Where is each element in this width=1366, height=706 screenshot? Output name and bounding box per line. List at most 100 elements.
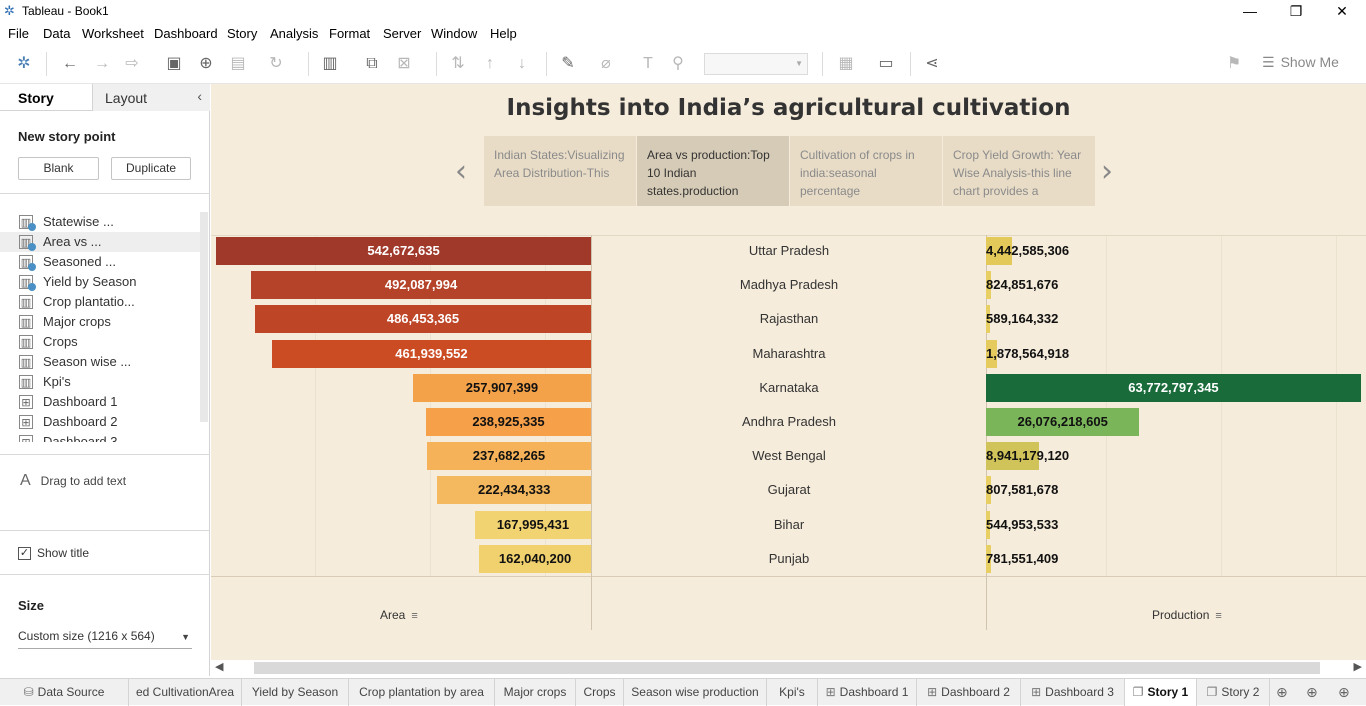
show-mark-labels-icon[interactable]: T [638,54,658,74]
new-dashboard-tab-icon[interactable]: ⊕ [1306,684,1318,701]
next-story-point-arrow[interactable]: › [1101,154,1113,189]
sort-descending-icon[interactable]: ≡ [1215,610,1221,622]
menu-file[interactable]: File [8,26,29,41]
replay-icon[interactable]: ⇨ [122,54,142,74]
close-button[interactable]: ✕ [1319,0,1365,22]
sheet-list-item[interactable]: ▥ Yield by Season [0,272,200,292]
sheet-list-item[interactable]: ⊞ Dashboard 2 [0,412,200,432]
collapse-pane-icon[interactable]: ‹ [197,88,202,104]
sort-descending-icon[interactable]: ≡ [411,610,417,622]
area-axis-label[interactable]: Area ≡ [380,608,418,622]
menu-server[interactable]: Server [383,26,421,41]
sheet-tab[interactable]: ⊞ Dashboard 2 [917,679,1021,706]
sheet-tab[interactable]: ⊞ Dashboard 3 [1021,679,1125,706]
area-bar[interactable]: 238,925,335 [425,408,591,436]
sheet-tab[interactable]: Kpi's [767,679,818,706]
pause-updates-icon[interactable]: ▤ [228,54,248,74]
sheet-list-item[interactable]: ▥ Area vs ... [0,232,200,252]
area-bar[interactable]: 222,434,333 [437,476,591,505]
menu-analysis[interactable]: Analysis [270,26,318,41]
scroll-right-icon[interactable]: ▶ [1354,660,1362,673]
state-label[interactable]: Karnataka [592,380,986,395]
refresh-icon[interactable]: ↻ [266,54,286,74]
state-label[interactable]: Madhya Pradesh [592,277,986,292]
sheet-list-item[interactable]: ▥ Crop plantatio... [0,292,200,312]
scroll-left-icon[interactable]: ◀ [215,660,223,673]
sheet-tab[interactable]: Season wise production [624,679,767,706]
sheet-tab[interactable]: Crop plantation by area [349,679,495,706]
sheet-tab[interactable]: Yield by Season [242,679,349,706]
sheet-tab[interactable]: ⛁ Data Source [0,679,129,706]
clear-sheet-icon[interactable]: ⊠ [394,54,414,74]
size-select[interactable]: Custom size (1216 x 564) ▼ [18,629,192,649]
sheet-tab[interactable]: Crops [576,679,624,706]
story-point-2[interactable]: Area vs production:Top 10 Indian states.… [637,136,789,206]
area-bar[interactable]: 492,087,994 [251,271,591,300]
state-label[interactable]: Maharashtra [592,346,986,361]
menu-help[interactable]: Help [490,26,517,41]
area-bar[interactable]: 257,907,399 [412,373,591,402]
minimize-button[interactable]: — [1227,0,1273,22]
restore-button[interactable]: ❐ [1273,0,1319,22]
previous-story-point-arrow[interactable]: ‹ [455,154,467,189]
show-cards-icon[interactable]: ▦ [836,54,856,74]
sort-descending-icon[interactable]: ↓ [512,54,532,74]
sheet-list-item[interactable]: ▥ Seasoned ... [0,252,200,272]
show-title-checkbox[interactable]: ✓ Show title [18,546,89,561]
story-point-4[interactable]: Crop Yield Growth: Year Wise Analysis-th… [943,136,1095,206]
undo-icon[interactable]: ← [60,54,80,74]
tableau-home-icon[interactable]: ✲ [14,54,34,74]
presentation-mode-icon[interactable]: ▭ [876,54,896,74]
sheet-list-item[interactable]: ▥ Statewise ... [0,212,200,232]
sheet-list-item[interactable]: ⊞ Dashboard 1 [0,392,200,412]
highlight-icon[interactable]: ✎ [558,54,578,74]
sheet-list-item[interactable]: ⊞ Dashboard 3 [0,432,200,442]
sheet-tab[interactable]: ⊞ Dashboard 1 [818,679,917,706]
menu-window[interactable]: Window [431,26,477,41]
state-label[interactable]: Rajasthan [592,311,986,326]
sheet-tab[interactable]: ❐ Story 2 [1197,679,1270,706]
pin-axes-icon[interactable]: ⚲ [668,54,688,74]
state-label[interactable]: West Bengal [592,448,986,463]
state-label[interactable]: Bihar [592,517,986,532]
duplicate-button[interactable]: Duplicate [111,157,191,180]
fit-dropdown[interactable]: ▼ [704,53,808,75]
menu-format[interactable]: Format [329,26,370,41]
duplicate-sheet-icon[interactable]: ⧉ [362,54,382,74]
area-bar[interactable]: 461,939,552 [271,339,591,368]
sheet-list-item[interactable]: ▥ Crops [0,332,200,352]
area-bar[interactable]: 167,995,431 [474,510,591,539]
menu-story[interactable]: Story [227,26,257,41]
tab-story[interactable]: Story [0,84,92,111]
new-data-source-icon[interactable]: ⊕ [196,54,216,74]
blank-button[interactable]: Blank [18,157,99,180]
area-bar[interactable]: 162,040,200 [479,544,591,573]
area-bar[interactable]: 486,453,365 [255,305,591,334]
group-members-icon[interactable]: ⌀ [596,54,616,74]
sheet-list-scrollbar[interactable] [200,212,208,422]
sheet-tab[interactable]: ❐ Story 1 [1125,679,1197,706]
state-label[interactable]: Gujarat [592,482,986,497]
tab-layout[interactable]: Layout ‹ [92,84,210,111]
area-bar[interactable]: 237,682,265 [426,442,591,471]
state-label[interactable]: Andhra Pradesh [592,414,986,429]
sheet-tab[interactable]: ed CultivationArea [129,679,242,706]
horizontal-scrollbar[interactable]: ◀ ▶ [211,660,1366,676]
format-painter-icon[interactable]: ⚑ [1224,54,1244,74]
menu-worksheet[interactable]: Worksheet [82,26,144,41]
new-worksheet-icon[interactable]: ▥ [320,54,340,74]
sheet-list-item[interactable]: ▥ Kpi's [0,372,200,392]
sheet-tab[interactable]: Major crops [495,679,576,706]
menu-dashboard[interactable]: Dashboard [154,26,218,41]
sort-ascending-icon[interactable]: ↑ [480,54,500,74]
show-me-button[interactable]: ☰ Show Me [1262,54,1339,71]
drag-to-add-text[interactable]: A Drag to add text [20,472,126,490]
menu-data[interactable]: Data [43,26,70,41]
sheet-list-item[interactable]: ▥ Major crops [0,312,200,332]
story-point-1[interactable]: Indian States:Visualizing Area Distribut… [484,136,636,206]
swap-rows-columns-icon[interactable]: ⇅ [448,54,468,74]
scrollbar-thumb[interactable] [254,662,1320,674]
production-axis-label[interactable]: Production ≡ [1152,608,1222,622]
save-icon[interactable]: ▣ [164,54,184,74]
story-point-3[interactable]: Cultivation of crops in india:seasonal p… [790,136,942,206]
